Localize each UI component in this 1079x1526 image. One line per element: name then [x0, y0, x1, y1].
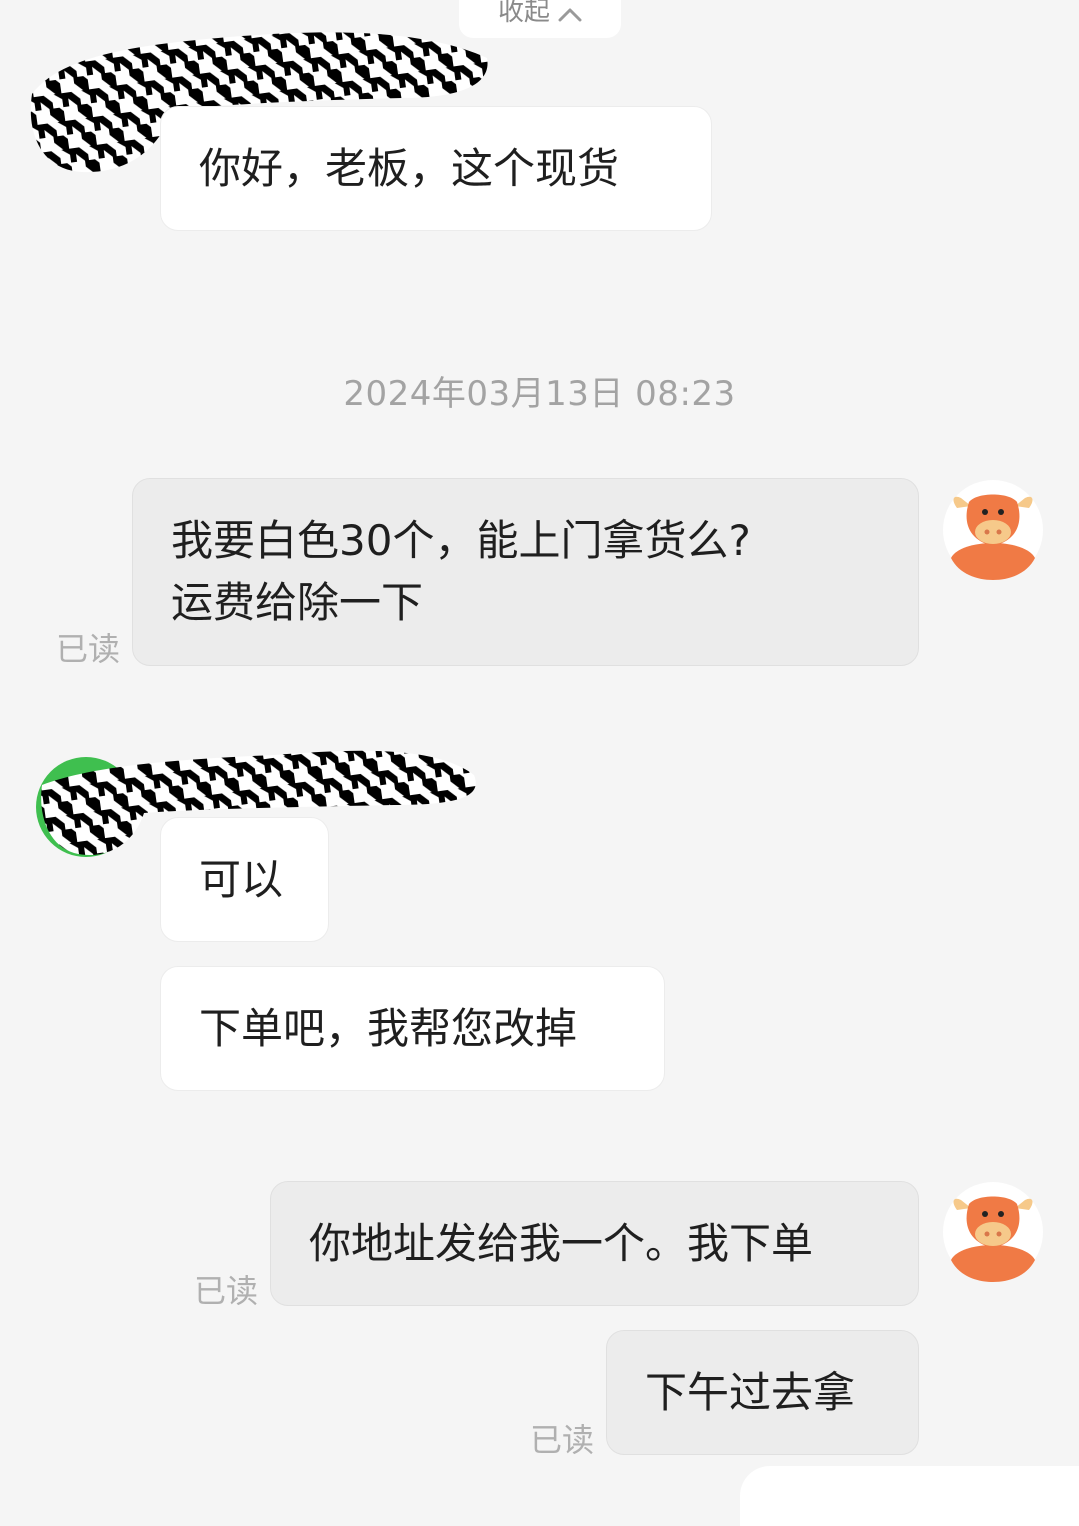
user-avatar-bull-icon[interactable]	[943, 1182, 1043, 1282]
message-bubble-outgoing[interactable]: 下午过去拿	[606, 1330, 919, 1455]
message-text: 你好，老板，这个现货	[199, 144, 620, 193]
message-text-line: 我要白色30个，能上门拿货么?	[171, 516, 751, 565]
message-text: 可以	[199, 855, 284, 904]
read-status: 已读	[194, 1272, 259, 1310]
message-text-line: 运费给除一下	[171, 578, 424, 627]
message-bubble-outgoing[interactable]: 我要白色30个，能上门拿货么? 运费给除一下	[132, 478, 919, 666]
chevron-up-icon	[558, 8, 582, 22]
collapse-label: 收起	[497, 0, 550, 27]
bottom-panel-edge	[740, 1466, 1079, 1526]
message-bubble-outgoing[interactable]: 你地址发给我一个。我下单	[270, 1181, 919, 1306]
message-text: 你地址发给我一个。我下单	[309, 1219, 814, 1268]
message-bubble-incoming[interactable]: 可以	[160, 817, 329, 942]
read-status: 已读	[56, 630, 121, 668]
read-status: 已读	[530, 1421, 595, 1459]
user-avatar-bull-icon[interactable]	[943, 480, 1043, 580]
message-text: 下午过去拿	[645, 1368, 856, 1417]
message-bubble-incoming[interactable]: 你好，老板，这个现货	[160, 106, 712, 231]
message-text: 下单吧，我帮您改掉	[199, 1004, 578, 1053]
message-bubble-incoming[interactable]: 下单吧，我帮您改掉	[160, 966, 665, 1091]
message-timestamp: 2024年03月13日 08:23	[343, 374, 736, 414]
